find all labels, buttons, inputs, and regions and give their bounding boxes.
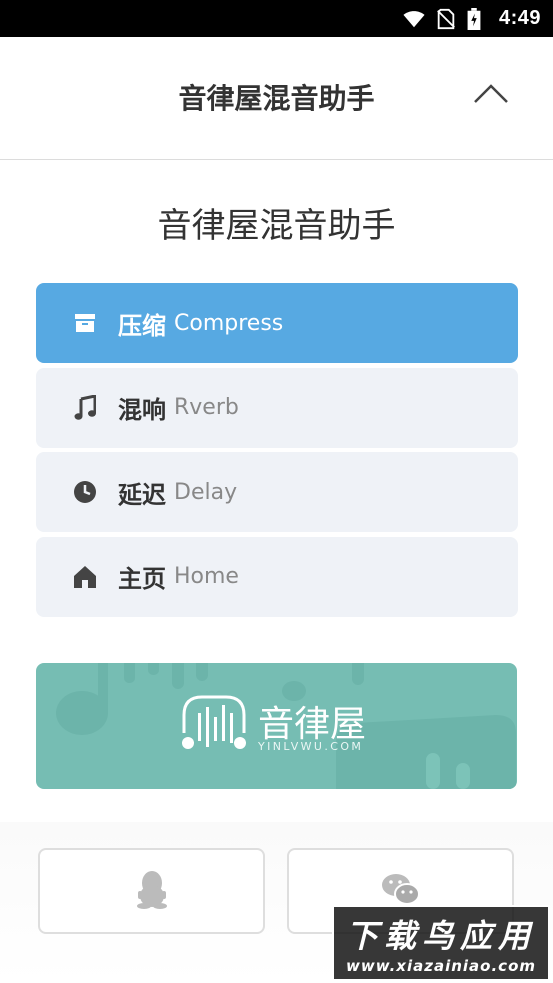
- wifi-icon: [403, 8, 425, 30]
- battery-charging-icon: [467, 7, 489, 30]
- banner-logo-url: YINLVWU.COM: [258, 740, 364, 753]
- qq-icon: [135, 869, 169, 913]
- collapse-button[interactable]: [469, 77, 513, 113]
- no-sim-icon: [435, 8, 457, 30]
- menu-item-reverb[interactable]: 混响 Rverb: [36, 367, 518, 448]
- status-time: 4:49: [498, 7, 541, 29]
- chevron-up-icon: [473, 82, 509, 108]
- watermark-url: www.xiazainiao.com: [345, 957, 537, 975]
- archive-icon: [72, 310, 98, 336]
- logo-icon: [180, 693, 248, 759]
- music-note-icon: [72, 394, 98, 421]
- menu-item-label: 压缩: [118, 311, 166, 340]
- menu-item-sublabel: Compress: [174, 310, 284, 336]
- menu-item-sublabel: Home: [174, 564, 239, 589]
- watermark: 下载鸟应用 www.xiazainiao.com: [332, 905, 550, 981]
- banner[interactable]: 音律屋 YINLVWU.COM: [36, 663, 517, 789]
- page-title: 音律屋混音助手: [157, 206, 396, 246]
- app-header: 音律屋混音助手: [0, 37, 553, 160]
- menu-item-delay[interactable]: 延迟 Delay: [36, 452, 518, 532]
- clock-icon: [72, 479, 98, 505]
- home-icon: [72, 564, 98, 590]
- status-bar: 4:49: [0, 0, 553, 37]
- menu-item-label: 混响: [118, 396, 166, 424]
- menu-item-home[interactable]: 主页 Home: [36, 536, 518, 617]
- menu-list: 压缩 Compress 混响 Rverb 延迟 Delay 主页 Home: [36, 283, 518, 621]
- menu-item-compress[interactable]: 压缩 Compress: [36, 283, 518, 363]
- menu-item-sublabel: Delay: [174, 479, 238, 505]
- menu-item-label: 延迟: [118, 480, 166, 509]
- qq-login-button[interactable]: [38, 848, 265, 934]
- menu-item-label: 主页: [118, 565, 166, 593]
- watermark-title: 下载鸟应用: [345, 917, 536, 955]
- menu-item-sublabel: Rverb: [174, 395, 239, 420]
